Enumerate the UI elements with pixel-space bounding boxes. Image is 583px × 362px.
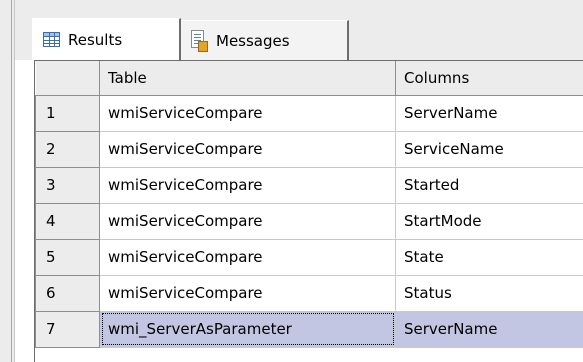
column-header-table[interactable]: Table: [99, 61, 396, 96]
tab-results-label: Results: [68, 30, 123, 49]
cell-table[interactable]: wmi_ServerAsParameter: [99, 311, 396, 348]
cell-column[interactable]: Started: [395, 167, 583, 204]
grid-corner-cell[interactable]: [35, 61, 100, 96]
cell-column[interactable]: Status: [395, 275, 583, 312]
cell-table[interactable]: wmiServiceCompare: [99, 95, 396, 132]
table-row[interactable]: 4 wmiServiceCompare StartMode: [35, 203, 583, 240]
cell-column[interactable]: State: [395, 239, 583, 276]
row-number[interactable]: 5: [35, 239, 100, 276]
table-row[interactable]: 7 wmi_ServerAsParameter ServerName: [35, 311, 583, 348]
column-header-columns[interactable]: Columns: [395, 61, 583, 96]
tab-messages[interactable]: Messages: [181, 20, 349, 60]
cell-column[interactable]: StartMode: [395, 203, 583, 240]
pane-left-border: [0, 0, 15, 362]
table-row[interactable]: 1 wmiServiceCompare ServerName: [35, 95, 583, 132]
tab-messages-label: Messages: [216, 31, 290, 50]
cell-table[interactable]: wmiServiceCompare: [99, 203, 396, 240]
row-number[interactable]: 4: [35, 203, 100, 240]
cell-table[interactable]: wmiServiceCompare: [99, 167, 396, 204]
table-row[interactable]: 2 wmiServiceCompare ServiceName: [35, 131, 583, 168]
cell-column[interactable]: ServiceName: [395, 131, 583, 168]
pane-top-strip: [15, 0, 583, 8]
results-tabstrip: Results Messages: [15, 8, 583, 60]
table-row[interactable]: 6 wmiServiceCompare Status: [35, 275, 583, 312]
cell-column[interactable]: ServerName: [395, 311, 583, 348]
row-number[interactable]: 1: [35, 95, 100, 132]
cell-table[interactable]: wmiServiceCompare: [99, 275, 396, 312]
grid-icon: [43, 32, 60, 47]
row-number[interactable]: 6: [35, 275, 100, 312]
query-results-pane: Results Messages Table Columns 1 wmiServi…: [0, 0, 583, 362]
results-table: Table Columns 1 wmiServiceCompare ServerNa…: [35, 61, 583, 348]
cell-table[interactable]: wmiServiceCompare: [99, 131, 396, 168]
row-number[interactable]: 3: [35, 167, 100, 204]
row-number[interactable]: 2: [35, 131, 100, 168]
table-row[interactable]: 5 wmiServiceCompare State: [35, 239, 583, 276]
cell-table[interactable]: wmiServiceCompare: [99, 239, 396, 276]
tab-results[interactable]: Results: [32, 18, 181, 60]
results-grid[interactable]: Table Columns 1 wmiServiceCompare ServerNa…: [34, 60, 583, 362]
grid-header-row: Table Columns: [35, 61, 583, 96]
messages-icon: [189, 29, 208, 52]
table-row[interactable]: 3 wmiServiceCompare Started: [35, 167, 583, 204]
row-number[interactable]: 7: [35, 311, 100, 348]
cell-column[interactable]: ServerName: [395, 95, 583, 132]
